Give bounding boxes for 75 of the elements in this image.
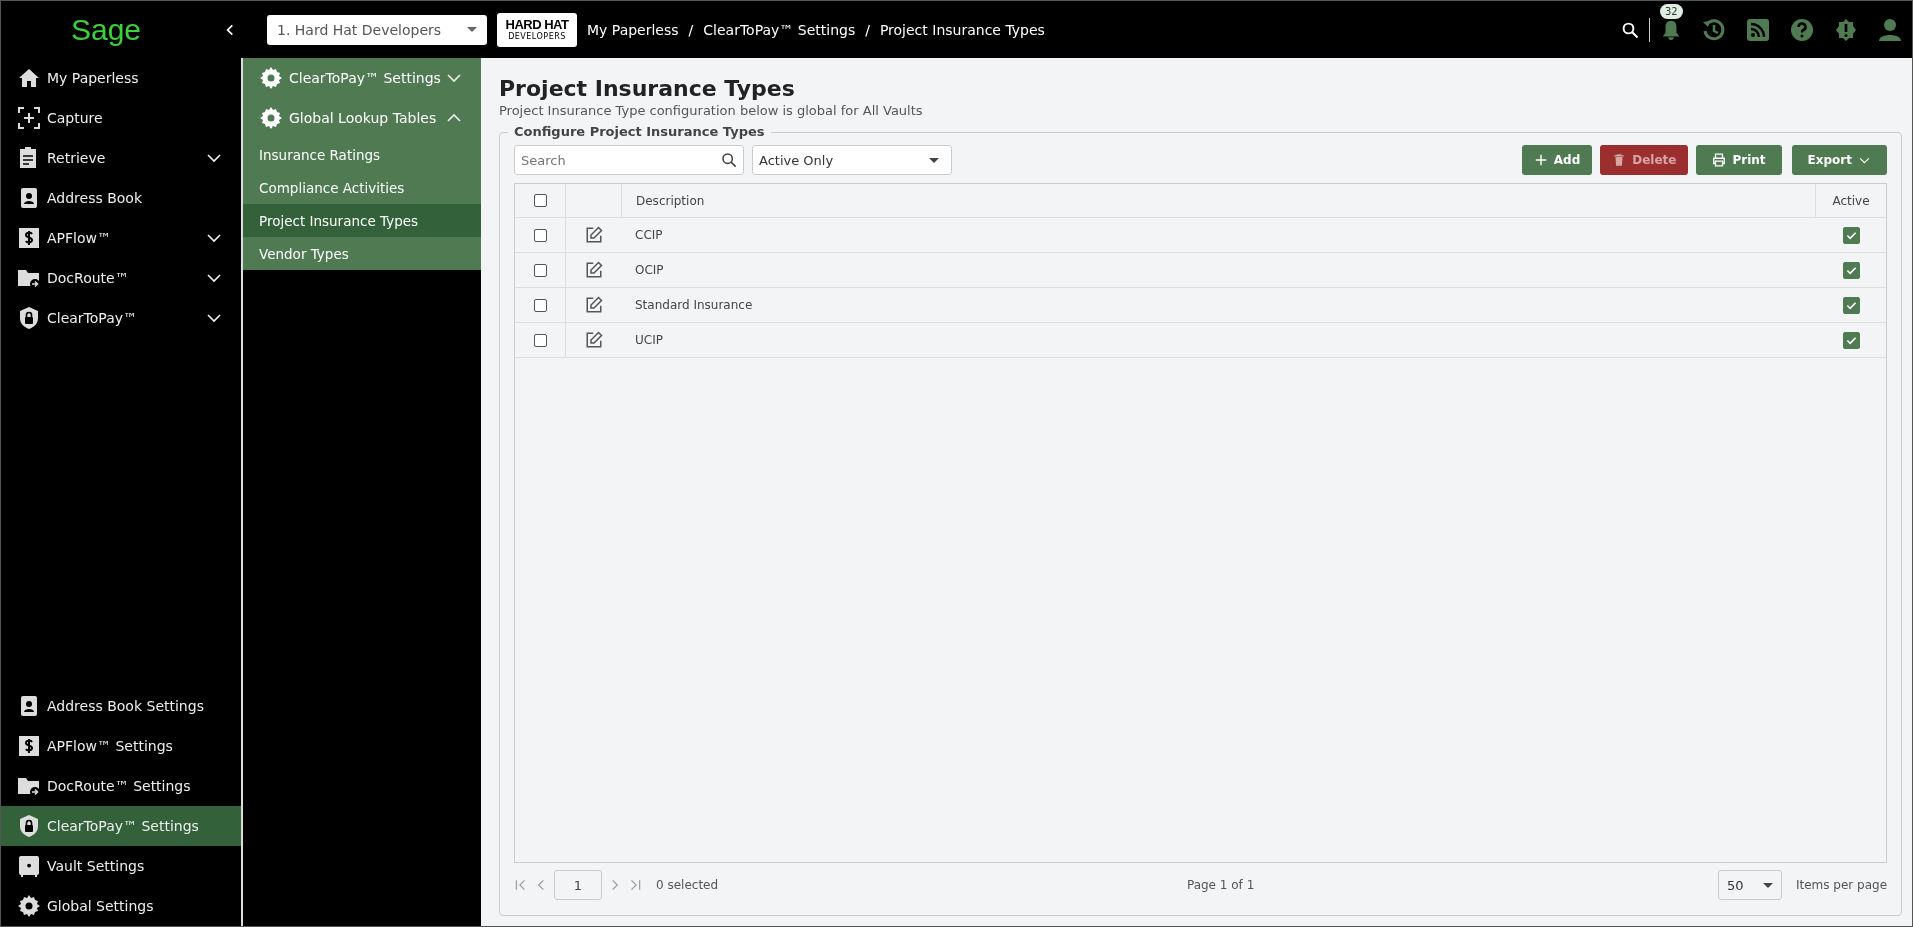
column-header[interactable]: Active bbox=[1815, 184, 1886, 217]
checkbox[interactable] bbox=[533, 298, 547, 312]
page-size-label: Items per page bbox=[1795, 878, 1887, 892]
subnav-item[interactable]: Vendor Types bbox=[243, 237, 481, 270]
panel-title: Configure Project Insurance Types bbox=[508, 124, 771, 139]
trash-icon bbox=[1612, 153, 1627, 167]
subnav-item[interactable]: Compliance Activities bbox=[243, 171, 481, 204]
add-button[interactable]: Add bbox=[1521, 145, 1593, 175]
search-field[interactable]: Search bbox=[514, 145, 744, 175]
breadcrumb-link[interactable]: My Paperless bbox=[587, 21, 679, 38]
table-cell-text: OCIP bbox=[634, 262, 665, 279]
rss-feed-icon[interactable] bbox=[1746, 17, 1770, 42]
column-header[interactable]: Description bbox=[622, 184, 1815, 217]
edit-icon[interactable] bbox=[584, 226, 603, 244]
edit-icon[interactable] bbox=[584, 331, 603, 349]
checkbox[interactable] bbox=[533, 194, 547, 207]
page-title: Project Insurance Types bbox=[499, 76, 796, 101]
print-button[interactable]: Print bbox=[1696, 145, 1782, 175]
page-number-field[interactable]: 1 bbox=[554, 870, 602, 900]
search-icon[interactable] bbox=[1621, 20, 1639, 39]
search-icon bbox=[721, 152, 737, 168]
table-cell-text: Standard Insurance bbox=[634, 297, 754, 314]
printer-icon bbox=[1712, 153, 1727, 167]
capture-frame-icon bbox=[17, 106, 41, 130]
nav-item[interactable]: APFlow™ Settings bbox=[1, 726, 241, 766]
vault-select[interactable]: 1. Hard Hat Developers bbox=[267, 14, 487, 45]
breadcrumb-link[interactable]: Project Insurance Types bbox=[879, 21, 1045, 38]
breadcrumb-separator: / bbox=[688, 21, 694, 38]
nav-item[interactable]: DocRoute™ bbox=[1, 258, 241, 298]
plus-icon bbox=[1533, 153, 1548, 167]
subnav-item[interactable]: Project Insurance Types bbox=[243, 204, 481, 237]
nav-item[interactable]: Address Book bbox=[1, 178, 241, 218]
page-subtitle: Project Insurance Type configuration below is global for All Vaults bbox=[499, 103, 924, 118]
user-icon[interactable] bbox=[1878, 17, 1902, 42]
nav-item[interactable]: ClearToPay™ Settings bbox=[1, 806, 241, 846]
checkbox[interactable] bbox=[533, 228, 547, 242]
nav-item[interactable]: My Paperless bbox=[1, 58, 241, 98]
checkbox[interactable] bbox=[533, 333, 547, 347]
edit-icon[interactable] bbox=[584, 296, 603, 314]
export-button[interactable]: Export bbox=[1791, 145, 1887, 175]
selected-count: 0 selected bbox=[656, 878, 720, 892]
checkbox[interactable] bbox=[533, 263, 547, 277]
nav-item[interactable]: ClearToPay™ bbox=[1, 298, 241, 338]
gear-icon bbox=[259, 106, 283, 130]
nav-item[interactable]: Vault Settings bbox=[1, 846, 241, 886]
company-logo: HARD HAT DEVELOPERS bbox=[497, 12, 577, 47]
nav-item[interactable]: Retrieve bbox=[1, 138, 241, 178]
nav-item[interactable]: DocRoute™ Settings bbox=[1, 766, 241, 806]
notification-badge: 32 bbox=[1660, 3, 1683, 19]
table-cell-text: CCIP bbox=[634, 227, 664, 244]
shield-lock-icon bbox=[17, 306, 41, 330]
gear-icon bbox=[259, 66, 283, 90]
subnav-section[interactable]: ClearToPay™ Settings bbox=[243, 58, 481, 98]
house-icon bbox=[17, 66, 41, 90]
app-logo: Sage bbox=[70, 12, 142, 47]
page-size-dropdown[interactable]: 50 bbox=[1717, 870, 1782, 900]
edit-icon[interactable] bbox=[584, 261, 603, 279]
breadcrumb-link[interactable]: ClearToPay™ Settings bbox=[703, 21, 856, 38]
dollar-document-icon bbox=[17, 226, 41, 250]
nav-item[interactable]: Global Settings bbox=[1, 886, 241, 926]
breadcrumb-separator: / bbox=[865, 21, 870, 38]
nav-item[interactable]: Address Book Settings bbox=[1, 686, 241, 726]
history-icon[interactable] bbox=[1702, 17, 1726, 42]
shield-lock-icon bbox=[17, 814, 41, 838]
filter-dropdown[interactable]: Active Only bbox=[752, 145, 952, 175]
help-icon[interactable] bbox=[1790, 17, 1814, 42]
subnav-item[interactable]: Insurance Ratings bbox=[243, 138, 481, 171]
table-cell-text: UCIP bbox=[634, 332, 664, 349]
subnav-section[interactable]: Global Lookup Tables bbox=[243, 98, 481, 138]
dollar-document-icon bbox=[17, 734, 41, 758]
nav-item[interactable]: Capture bbox=[1, 98, 241, 138]
gear-icon bbox=[17, 894, 41, 918]
page-info: Page 1 of 1 bbox=[1186, 878, 1256, 892]
alert-badge-icon[interactable] bbox=[1834, 17, 1858, 42]
nav-item[interactable]: APFlow™ bbox=[1, 218, 241, 258]
